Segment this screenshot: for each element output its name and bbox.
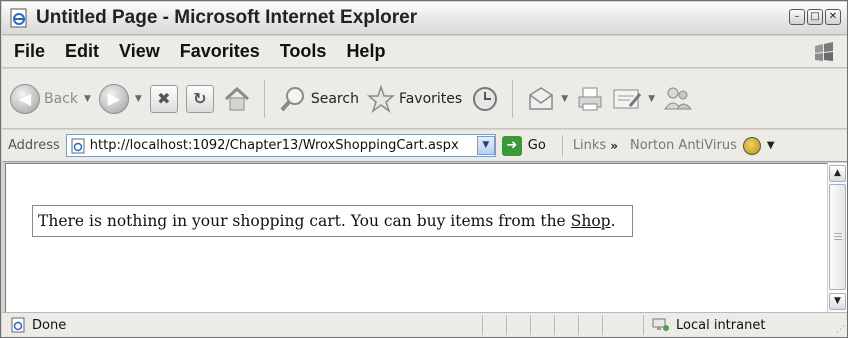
ie-page-icon	[10, 8, 27, 28]
menu-edit[interactable]: Edit	[53, 41, 99, 62]
history-icon	[473, 86, 498, 111]
menu-bar: File Edit View Favorites Tools Help	[2, 36, 847, 68]
address-label: Address	[8, 138, 60, 153]
favorites-star-icon	[366, 84, 395, 113]
search-icon	[280, 86, 304, 111]
refresh-button[interactable]: ↻	[185, 79, 214, 119]
standard-toolbar: ◀ Back ▼ ▶ ▼ ✖ ↻ Search Favorites ▼ ▼	[2, 69, 847, 129]
status-pane	[602, 315, 626, 335]
status-pane	[530, 315, 554, 335]
links-chevron-icon[interactable]: »	[610, 139, 618, 153]
forward-button[interactable]: ▶ ▼	[98, 79, 142, 119]
edit-dropdown-icon[interactable]: ▼	[648, 94, 655, 104]
empty-cart-text: There is nothing in your shopping cart. …	[38, 212, 566, 230]
page-content: There is nothing in your shopping cart. …	[5, 163, 827, 312]
norton-antivirus-label[interactable]: Norton AntiVirus	[630, 138, 737, 153]
forward-dropdown-icon[interactable]: ▼	[135, 94, 142, 104]
address-url[interactable]: http://localhost:1092/Chapter13/WroxShop…	[90, 138, 459, 153]
security-zone[interactable]: Local intranet	[643, 315, 823, 335]
mail-icon	[529, 86, 553, 110]
mail-dropdown-icon[interactable]: ▼	[561, 94, 568, 104]
messenger-icon	[664, 87, 693, 109]
address-dropdown-icon[interactable]: ▼	[476, 136, 495, 155]
menu-file[interactable]: File	[2, 41, 45, 62]
status-bar: Done Local intranet ⋰	[2, 312, 847, 337]
shop-link[interactable]: Shop	[571, 212, 611, 230]
print-icon	[578, 87, 602, 110]
norton-dropdown-icon[interactable]: ▼	[767, 140, 775, 151]
favorites-label: Favorites	[398, 90, 463, 107]
done-page-icon	[11, 317, 25, 333]
page-icon	[71, 138, 85, 153]
title-bar[interactable]: Untitled Page - Microsoft Internet Explo…	[2, 2, 847, 35]
address-input[interactable]: http://localhost:1092/Chapter13/WroxShop…	[65, 134, 496, 157]
back-icon: ◀	[10, 83, 40, 114]
scroll-down-icon[interactable]: ▼	[829, 293, 846, 310]
go-label: Go	[527, 138, 546, 153]
address-separator	[561, 134, 563, 157]
status-pane	[554, 315, 578, 335]
status-pane	[506, 315, 530, 335]
status-pane	[578, 315, 602, 335]
scroll-up-icon[interactable]: ▲	[829, 165, 846, 182]
home-icon	[224, 86, 249, 110]
back-dropdown-icon[interactable]: ▼	[84, 94, 91, 104]
links-label[interactable]: Links	[573, 138, 606, 153]
vertical-scrollbar[interactable]: ▲ ▼	[827, 163, 847, 312]
back-label: Back	[44, 90, 78, 107]
restore-button[interactable]: □	[807, 9, 823, 25]
close-button[interactable]: ✕	[825, 9, 841, 25]
go-arrow-icon: ➜	[501, 135, 522, 156]
zone-text: Local intranet	[676, 317, 766, 333]
thumb-grip-icon	[834, 233, 842, 240]
resize-grip-icon[interactable]: ⋰	[836, 325, 845, 335]
print-button[interactable]	[576, 79, 604, 119]
empty-cart-period: .	[610, 212, 616, 230]
scroll-thumb[interactable]	[829, 184, 846, 290]
search-button[interactable]: Search	[279, 79, 359, 119]
edit-button[interactable]: ▼	[612, 79, 655, 119]
minimize-button[interactable]: –	[789, 9, 805, 25]
menu-favorites[interactable]: Favorites	[168, 41, 260, 62]
window-controls: – □ ✕	[789, 9, 841, 25]
browser-window: Untitled Page - Microsoft Internet Explo…	[0, 0, 848, 338]
window-title: Untitled Page - Microsoft Internet Explo…	[36, 7, 418, 28]
history-button[interactable]	[470, 79, 500, 119]
forward-icon: ▶	[98, 83, 129, 114]
toolbar-separator	[263, 79, 265, 118]
back-button[interactable]: ◀ Back ▼	[10, 79, 91, 119]
search-label: Search	[310, 90, 359, 107]
messenger-button[interactable]	[663, 79, 693, 119]
address-bar: Address http://localhost:1092/Chapter13/…	[2, 130, 847, 162]
toolbar-separator	[512, 79, 514, 118]
status-panes	[482, 315, 626, 335]
go-button[interactable]: ➜ Go	[501, 135, 546, 156]
menu-help[interactable]: Help	[334, 41, 385, 62]
menu-view[interactable]: View	[107, 41, 160, 62]
menu-tools[interactable]: Tools	[268, 41, 327, 62]
refresh-icon: ↻	[185, 84, 214, 113]
edit-icon	[613, 89, 642, 108]
local-intranet-icon	[652, 318, 669, 331]
mail-button[interactable]: ▼	[527, 79, 568, 119]
stop-icon: ✖	[149, 84, 178, 113]
empty-cart-message: There is nothing in your shopping cart. …	[32, 205, 633, 237]
home-button[interactable]	[222, 79, 252, 119]
favorites-button[interactable]: Favorites	[366, 79, 463, 119]
stop-button[interactable]: ✖	[149, 79, 178, 119]
norton-icon[interactable]	[742, 136, 761, 155]
windows-logo-icon	[815, 42, 833, 61]
status-pane	[482, 315, 506, 335]
status-text: Done	[32, 317, 67, 333]
